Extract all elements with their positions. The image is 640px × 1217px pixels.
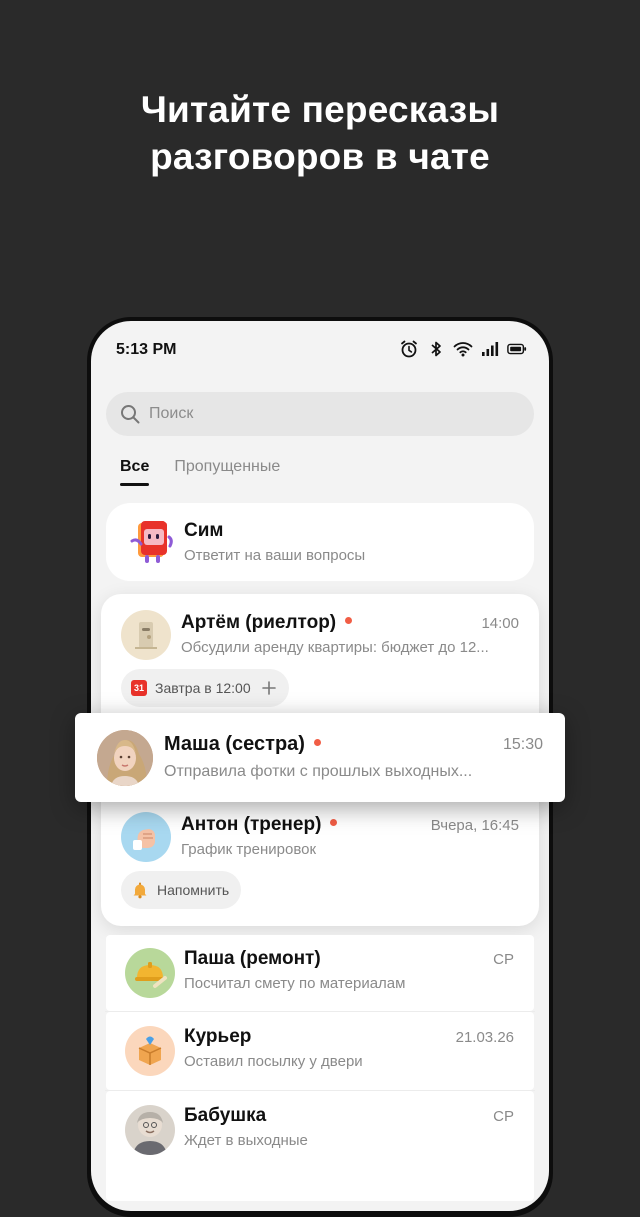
unread-dot [330, 819, 338, 827]
assistant-avatar [125, 517, 175, 567]
plus-icon[interactable] [261, 680, 277, 696]
signal-icon [480, 339, 500, 359]
chat-avatar-anton [121, 812, 171, 862]
alarm-icon [399, 339, 419, 359]
wifi-icon [453, 339, 473, 359]
chip-label: Завтра в 12:00 [155, 680, 251, 696]
chat-row-pasha[interactable]: Паша (ремонт) СР Посчитал смету по матер… [106, 935, 534, 1011]
chat-row-babushka[interactable]: Бабушка СР Ждет в выходные [106, 1091, 534, 1201]
chat-preview-courier: Оставил посылку у двери [184, 1053, 363, 1070]
chat-avatar-babushka [125, 1105, 175, 1155]
chat-avatar-artem [121, 610, 171, 660]
search-bar[interactable] [106, 392, 534, 436]
bell-icon [131, 881, 149, 899]
status-bar: 5:13 PM [91, 321, 549, 377]
chat-time-babushka: СР [493, 1108, 514, 1125]
promo-headline-line-2: разговоров в чате [150, 136, 490, 177]
remind-chip-anton[interactable]: Напомнить [121, 871, 242, 909]
unread-dot [313, 739, 321, 747]
promo-headline-line-1: Читайте пересказы [140, 89, 500, 130]
chat-name-babushka: Бабушка [184, 1105, 267, 1126]
chat-time-artem: 14:00 [481, 615, 519, 632]
chat-avatar-courier [125, 1026, 175, 1076]
search-input[interactable] [149, 405, 509, 423]
status-icons [399, 339, 527, 359]
chat-time-masha: 15:30 [502, 736, 543, 753]
chat-name-masha: Маша (сестра) [164, 733, 321, 756]
promo-headline: Читайте пересказы разговоров в чате [0, 86, 640, 180]
chat-preview-babushka: Ждет в выходные [184, 1132, 308, 1149]
search-icon [119, 403, 141, 425]
assistant-name: Сим [184, 520, 224, 541]
assistant-subtitle: Ответит на ваши вопросы [184, 547, 366, 564]
chat-name-artem: Артём (риелтор) [181, 612, 353, 634]
chat-time-pasha: СР [493, 951, 514, 968]
unread-dot [345, 617, 353, 625]
calendar-icon: 31 [131, 680, 147, 696]
tab-missed[interactable]: Пропущенные [174, 458, 280, 486]
chat-name-courier: Курьер [184, 1026, 252, 1047]
chip-label: Напомнить [157, 882, 230, 898]
chat-avatar-pasha [125, 948, 175, 998]
reminder-chip-artem[interactable]: 31 Завтра в 12:00 [121, 669, 289, 707]
chat-row-courier[interactable]: Курьер 21.03.26 Оставил посылку у двери [106, 1012, 534, 1090]
chat-tabs: Все Пропущенные [120, 458, 280, 486]
chat-avatar-masha [97, 730, 153, 786]
chat-row-anton[interactable]: Антон (тренер) Вчера, 16:45 График трени… [101, 806, 539, 926]
status-time: 5:13 PM [116, 341, 177, 358]
tab-all[interactable]: Все [120, 458, 150, 486]
bluetooth-icon [426, 339, 446, 359]
chat-name-pasha: Паша (ремонт) [184, 948, 321, 969]
battery-icon [507, 339, 527, 359]
chat-time-anton: Вчера, 16:45 [430, 817, 519, 834]
chat-row-artem[interactable]: Артём (риелтор) 14:00 Обсудили аренду кв… [101, 594, 539, 714]
chat-preview-anton: График тренировок [181, 841, 317, 858]
assistant-card[interactable]: Сим Ответит на ваши вопросы [106, 503, 534, 581]
chat-row-masha[interactable]: Маша (сестра) 15:30 Отправила фотки с пр… [75, 713, 565, 802]
chat-preview-pasha: Посчитал смету по материалам [184, 975, 406, 992]
chat-preview-artem: Обсудили аренду квартиры: бюджет до 12..… [181, 639, 489, 656]
chat-preview-masha: Отправила фотки с прошлых выходных... [164, 763, 473, 780]
chat-time-courier: 21.03.26 [455, 1029, 514, 1046]
chat-name-anton: Антон (тренер) [181, 814, 338, 836]
